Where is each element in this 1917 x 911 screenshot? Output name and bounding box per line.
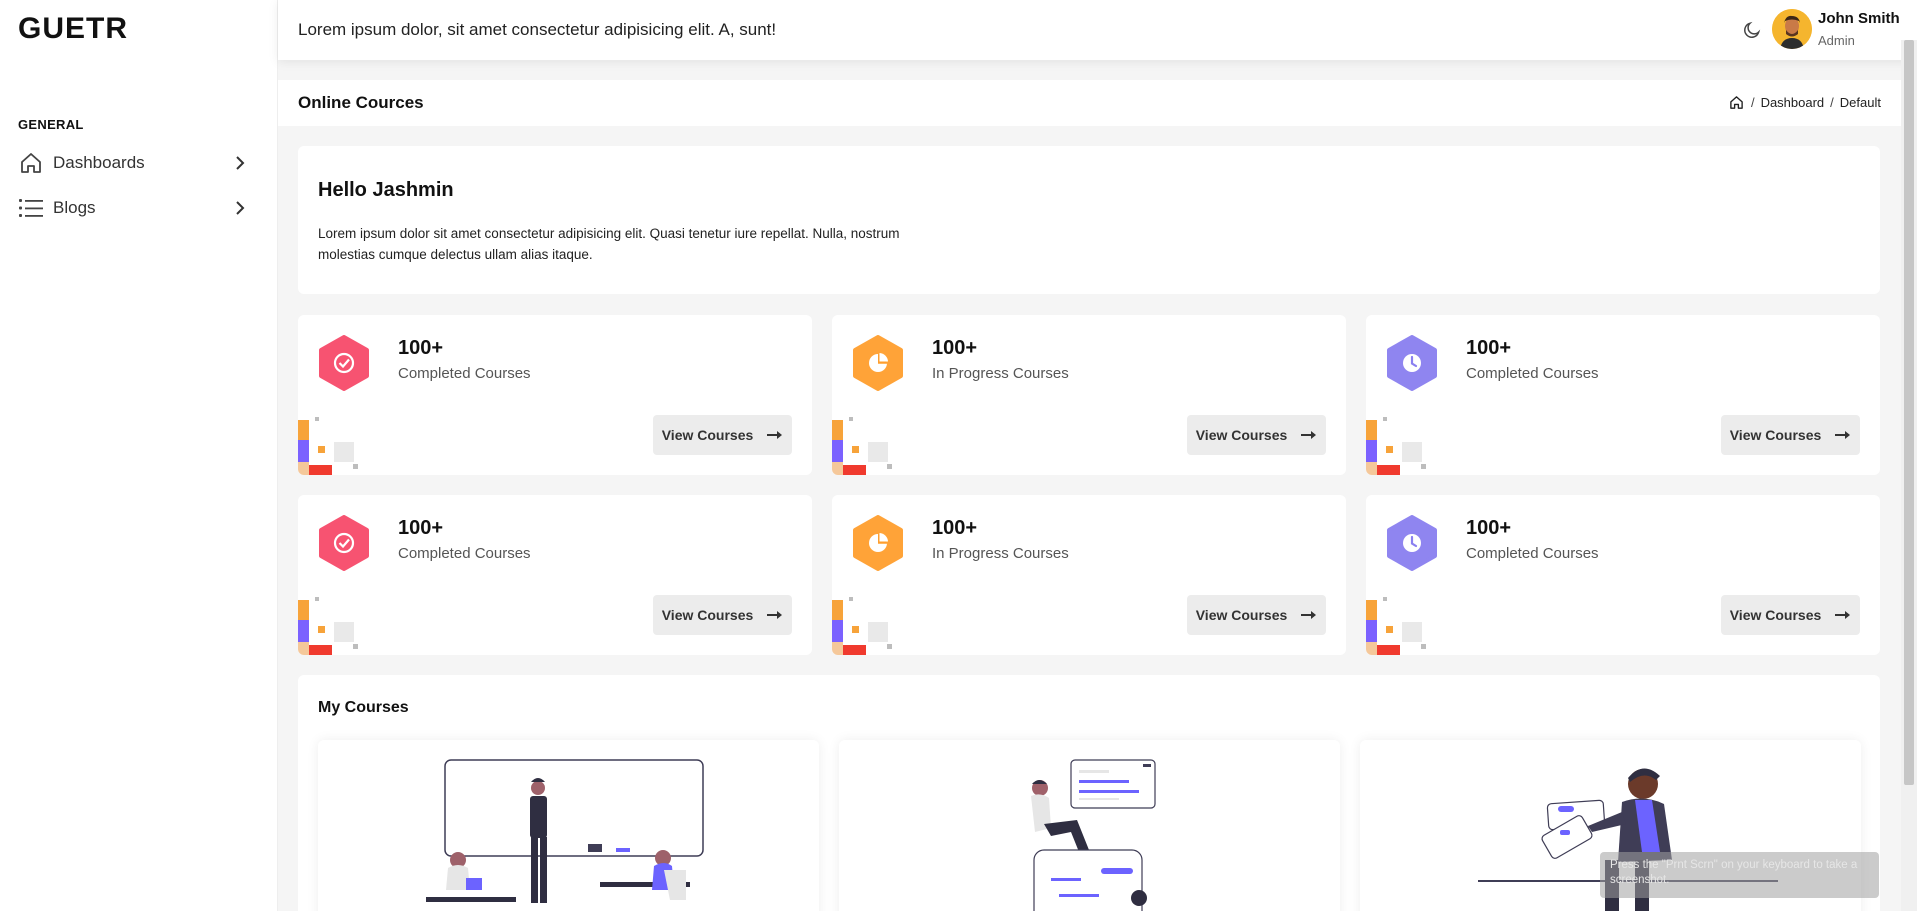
scrollbar-thumb[interactable] [1904,40,1914,785]
arrow-right-icon [767,611,783,619]
stat-value: 100+ [398,517,444,539]
check-circle-icon [319,335,369,391]
view-courses-label: View Courses [661,607,754,623]
decorative-blocks [298,597,358,655]
decorative-blocks [1366,417,1426,475]
welcome-title: Hello Jashmin [318,179,454,201]
arrow-right-icon [1835,611,1851,619]
view-courses-button[interactable]: View Courses [653,415,792,455]
breadcrumb-default: Default [1839,94,1881,110]
user-role: Admin [1818,33,1855,48]
welcome-text: Lorem ipsum dolor sit amet consectetur a… [318,226,900,262]
app-logo[interactable]: GUETR [18,12,128,46]
stat-label: Completed Courses [398,545,531,562]
view-courses-button[interactable]: View Courses [1721,415,1860,455]
course-card[interactable] [318,740,819,911]
home-icon[interactable] [1729,94,1745,110]
breadcrumb-dashboard[interactable]: Dashboard [1761,95,1825,110]
view-courses-label: View Courses [1729,607,1822,623]
avatar[interactable] [1772,9,1812,49]
home-icon [18,150,44,176]
view-courses-label: View Courses [1729,427,1822,443]
stat-value: 100+ [932,517,978,539]
arrow-right-icon [767,431,783,439]
stat-value: 100+ [1466,337,1512,359]
chevron-right-icon [232,200,248,216]
clock-icon [1387,515,1437,571]
screenshot-hint-toast: Press the "Prnt Scrn" on your keyboard t… [1600,852,1879,898]
arrow-right-icon [1301,611,1317,619]
arrow-right-icon [1301,431,1317,439]
moon-icon [1744,21,1761,38]
clock-icon [1387,335,1437,391]
decorative-blocks [298,417,358,475]
list-icon [18,195,44,221]
check-circle-icon [319,515,369,571]
stat-card: 100+ In Progress Courses View Courses [832,315,1346,475]
view-courses-button[interactable]: View Courses [653,595,792,635]
view-courses-button[interactable]: View Courses [1187,595,1326,635]
view-courses-label: View Courses [1195,607,1288,623]
page-scrollbar[interactable] [1901,40,1917,911]
stat-value: 100+ [398,337,444,359]
stat-value: 100+ [1466,517,1512,539]
nav-section-title: GENERAL [18,117,84,132]
stat-card: 100+ Completed Courses View Courses [298,315,812,475]
sidebar-item-dashboards[interactable]: Dashboards [18,148,248,178]
course-card[interactable] [839,740,1340,911]
view-courses-button[interactable]: View Courses [1187,415,1326,455]
decorative-blocks [832,417,892,475]
dark-mode-toggle[interactable] [1740,18,1764,42]
view-courses-label: View Courses [1195,427,1288,443]
pie-chart-icon [853,515,903,571]
arrow-right-icon [1835,431,1851,439]
breadcrumb: / Dashboard / Default [1729,94,1881,110]
stat-label: In Progress Courses [932,365,1069,382]
view-courses-button[interactable]: View Courses [1721,595,1860,635]
top-header: Lorem ipsum dolor, sit amet consectetur … [278,0,1917,60]
sidebar-item-label: Blogs [53,198,96,217]
stat-value: 100+ [932,337,978,359]
header-message: Lorem ipsum dolor, sit amet consectetur … [298,20,777,39]
welcome-card: Hello Jashmin Lorem ipsum dolor sit amet… [298,146,1880,294]
chevron-right-icon [232,155,248,171]
pie-chart-icon [853,335,903,391]
breadcrumb-separator: / [1750,94,1755,110]
my-courses-title: My Courses [318,699,409,716]
decorative-blocks [832,597,892,655]
stat-label: Completed Courses [398,365,531,382]
decorative-blocks [1366,597,1426,655]
stat-card: 100+ In Progress Courses View Courses [832,495,1346,655]
sidebar-item-blogs[interactable]: Blogs [18,193,248,223]
stat-card: 100+ Completed Courses View Courses [298,495,812,655]
stat-label: Completed Courses [1466,545,1599,562]
user-name: John Smith [1818,10,1900,27]
stat-card: 100+ Completed Courses View Courses [1366,315,1880,475]
stat-label: In Progress Courses [932,545,1069,562]
laptop-user-illustration [1031,759,1156,911]
stat-label: Completed Courses [1466,365,1599,382]
classroom-illustration [426,759,704,903]
page-title: Online Cources [298,93,424,112]
sidebar-item-label: Dashboards [53,153,145,172]
view-courses-label: View Courses [661,427,754,443]
page-title-bar: Online Cources / Dashboard / Default [278,80,1901,126]
breadcrumb-separator: / [1830,94,1834,110]
stat-card: 100+ Completed Courses View Courses [1366,495,1880,655]
sidebar: GUETR GENERAL Dashboards Blogs [0,0,278,911]
